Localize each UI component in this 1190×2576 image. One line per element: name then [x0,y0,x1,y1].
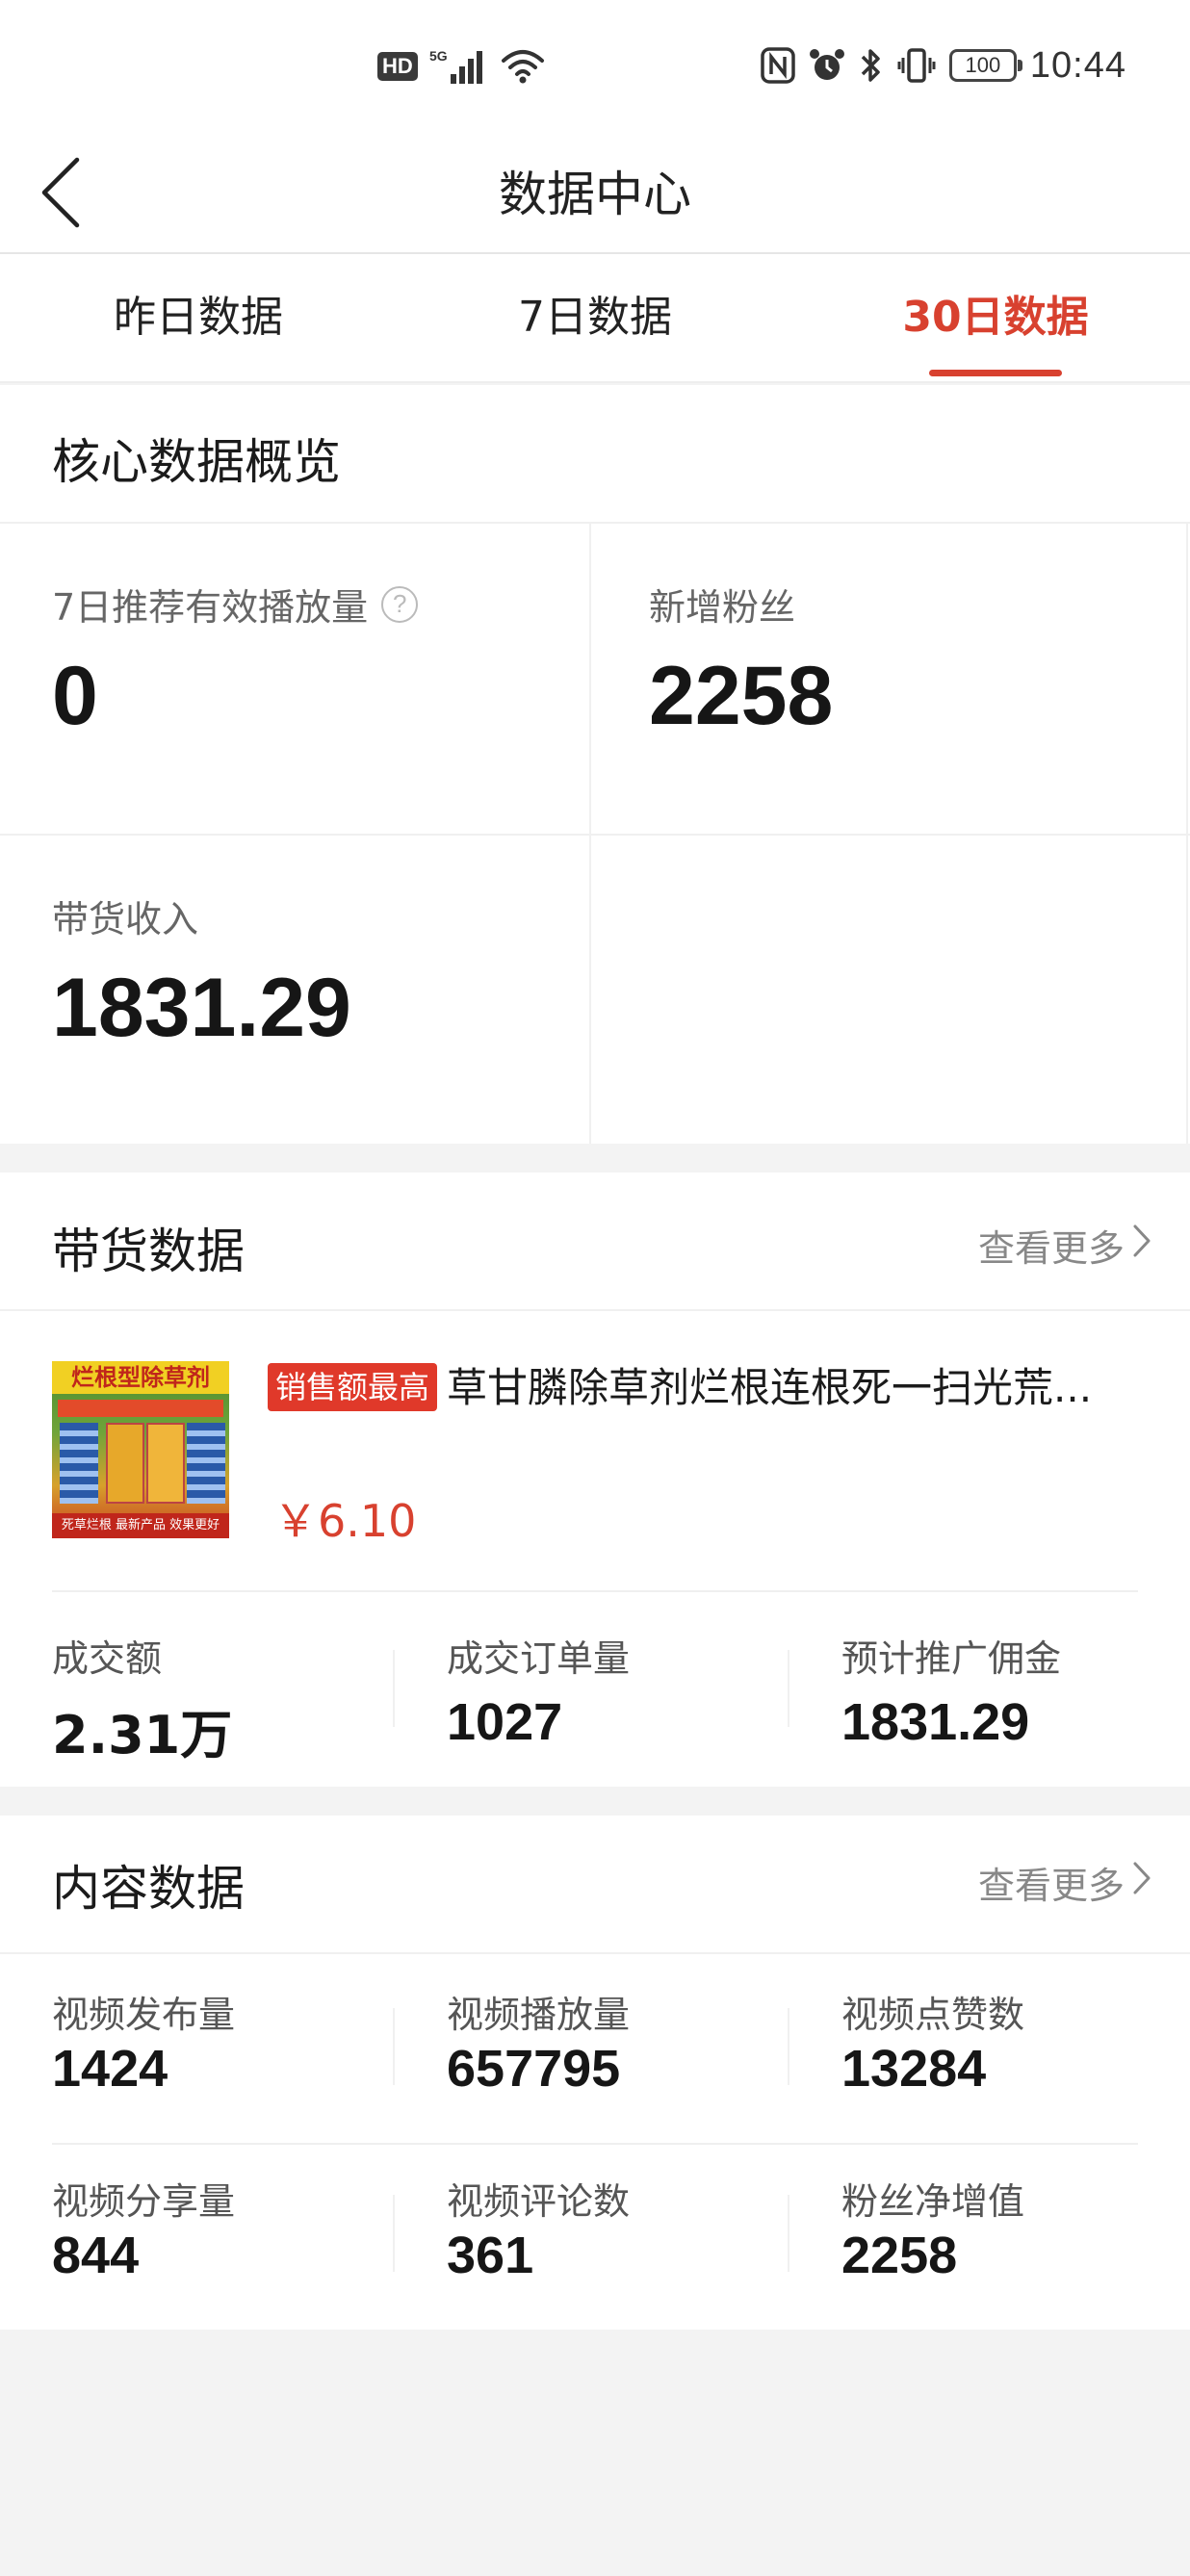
active-tab-indicator [929,370,1062,376]
clock: 10:44 [1029,44,1126,86]
divider [0,1952,1190,1954]
divider [393,2008,395,2085]
stat-value-video-shares: 844 [52,2227,140,2284]
stat-label-video-plays: 视频播放量 [447,1994,631,2036]
help-icon[interactable]: ? [381,585,419,623]
see-more-label: 查看更多 [977,1227,1125,1270]
divider [1186,522,1188,1144]
metric-label: 新增粉丝 [649,586,796,629]
divider [52,2143,1138,2145]
thumbnail-stripe [58,1400,223,1417]
thumbnail-footer-text: 死草烂根 最新产品 效果更好 [52,1513,229,1538]
empty-background-area [0,2330,1190,2576]
divider [0,1309,1190,1311]
stat-label-commission: 预计推广佣金 [841,1637,1062,1680]
vibrate-icon [897,46,936,85]
stat-value-orders: 1027 [447,1693,563,1751]
divider [0,834,1190,836]
divider [788,2008,789,2085]
nfc-icon [761,47,795,84]
signal-icon: 5G [429,47,489,86]
back-button[interactable] [39,148,96,241]
sales-data-card: 带货数据 查看更多 烂根型除草剂 死草烂根 最新产品 效果更好 销售额最高 草甘… [0,1172,1190,1787]
page-title: 数据中心 [499,167,691,222]
product-bottle-image [106,1423,144,1504]
metric-label: 7日推荐有效播放量 [52,586,369,629]
stat-value-video-plays: 657795 [447,2040,621,2098]
top-sales-badge: 销售额最高 [268,1363,438,1411]
metric-label: 带货收入 [52,898,199,940]
hd-icon: HD [377,52,418,81]
product-thumbnail[interactable]: 烂根型除草剂 死草烂根 最新产品 效果更好 [52,1361,229,1538]
tab-7-days[interactable]: 7日数据 [451,254,739,383]
stat-value-video-likes: 13284 [841,2040,987,2098]
divider [788,1650,789,1727]
wifi-icon [501,47,545,86]
stat-label-video-comments: 视频评论数 [447,2180,631,2223]
divider [393,2195,395,2272]
metric-new-followers: 新增粉丝 [649,578,795,631]
see-more-label: 查看更多 [977,1865,1125,1907]
thumbnail-decoration [187,1423,225,1504]
see-more-link[interactable]: 查看更多 [978,1219,1151,1272]
divider [393,1650,395,1727]
section-title: 核心数据概览 [52,434,341,490]
stat-label-gmv: 成交额 [52,1637,163,1680]
battery-icon: 100 [948,49,1022,82]
metric-value: 2258 [649,650,834,742]
chevron-left-icon [39,156,81,233]
period-tabs: 昨日数据 7日数据 30日数据 [0,254,1190,383]
tab-30-days[interactable]: 30日数据 [851,254,1140,383]
stat-label-video-likes: 视频点赞数 [841,1994,1025,2036]
stat-value-commission: 1831.29 [841,1693,1030,1751]
metric-value: 0 [52,650,98,742]
section-title: 内容数据 [52,1861,245,1917]
stat-value-videos-published: 1424 [52,2040,168,2098]
chevron-right-icon [1132,1224,1151,1267]
core-overview-card: 核心数据概览 7日推荐有效播放量 ? 0 新增粉丝 2258 带货收入 1831… [0,385,1190,1144]
metric-value: 1831.29 [52,962,351,1054]
bluetooth-icon [859,46,884,85]
tab-yesterday[interactable]: 昨日数据 [54,254,343,383]
chevron-right-icon [1132,1861,1151,1904]
stat-label-videos-published: 视频发布量 [52,1994,236,2036]
metric-sales-income: 带货收入 [52,889,198,942]
divider [788,2195,789,2272]
section-title: 带货数据 [52,1224,245,1279]
see-more-link[interactable]: 查看更多 [978,1856,1151,1909]
title-bar: 数据中心 [0,135,1190,254]
alarm-icon [809,47,845,84]
product-name[interactable]: 草甘膦除草剂烂根连根死一扫光荒... [447,1361,1140,1415]
stat-label-video-shares: 视频分享量 [52,2180,236,2223]
content-data-card: 内容数据 查看更多 视频发布量 1424 视频播放量 657795 视频点赞数 … [0,1816,1190,2330]
svg-text:5G: 5G [429,48,448,64]
product-price: ￥6.10 [273,1495,417,1547]
product-bottle-image [146,1423,185,1504]
thumbnail-banner-text: 烂根型除草剂 [52,1361,229,1394]
stat-value-gmv: 2.31万 [52,1705,233,1765]
stat-value-video-comments: 361 [447,2227,534,2284]
divider [0,522,1190,524]
stat-label-net-followers: 粉丝净增值 [841,2180,1025,2223]
stat-label-orders: 成交订单量 [447,1637,631,1680]
divider [589,522,591,1144]
status-right-icons: 100 10:44 [761,39,1126,92]
status-left-icons: HD 5G [377,42,545,90]
thumbnail-decoration [60,1423,98,1504]
stat-value-net-followers: 2258 [841,2227,958,2284]
metric-recommended-plays: 7日推荐有效播放量 ? [52,578,419,631]
status-bar: HD 5G 100 10:44 [0,0,1190,135]
divider [52,1590,1138,1592]
